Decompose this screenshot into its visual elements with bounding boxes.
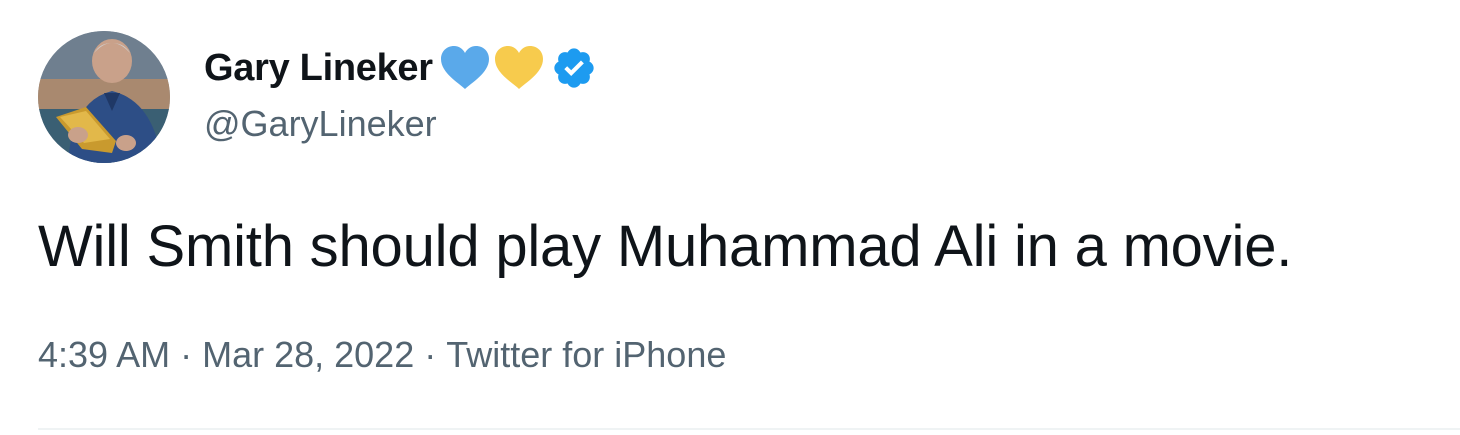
avatar[interactable] — [38, 31, 170, 163]
meta-separator: · — [180, 334, 193, 375]
author-handle[interactable]: @GaryLineker — [204, 102, 597, 146]
tweet-source-link[interactable]: Twitter for iPhone — [446, 334, 726, 375]
blue-heart-icon — [440, 46, 489, 89]
tweet-time-link[interactable]: 4:39 AM — [38, 334, 170, 375]
tweet-text: Will Smith should play Muhammad Ali in a… — [38, 214, 1293, 279]
author-name-row[interactable]: Gary Lineker — [204, 42, 597, 94]
author-block: Gary Lineker @GaryLineker — [204, 42, 597, 146]
verified-badge-icon — [554, 48, 594, 88]
tweet-metadata: 4:39 AM · Mar 28, 2022 · Twitter for iPhone — [38, 332, 726, 378]
meta-separator: · — [424, 334, 437, 375]
divider — [38, 428, 1460, 430]
avatar-image — [38, 31, 170, 163]
author-display-name[interactable]: Gary Lineker — [204, 42, 433, 94]
yellow-heart-icon — [494, 46, 543, 89]
tweet-card: Gary Lineker @GaryLineker Will Smith sho… — [0, 0, 1460, 435]
tweet-date-link[interactable]: Mar 28, 2022 — [202, 334, 414, 375]
